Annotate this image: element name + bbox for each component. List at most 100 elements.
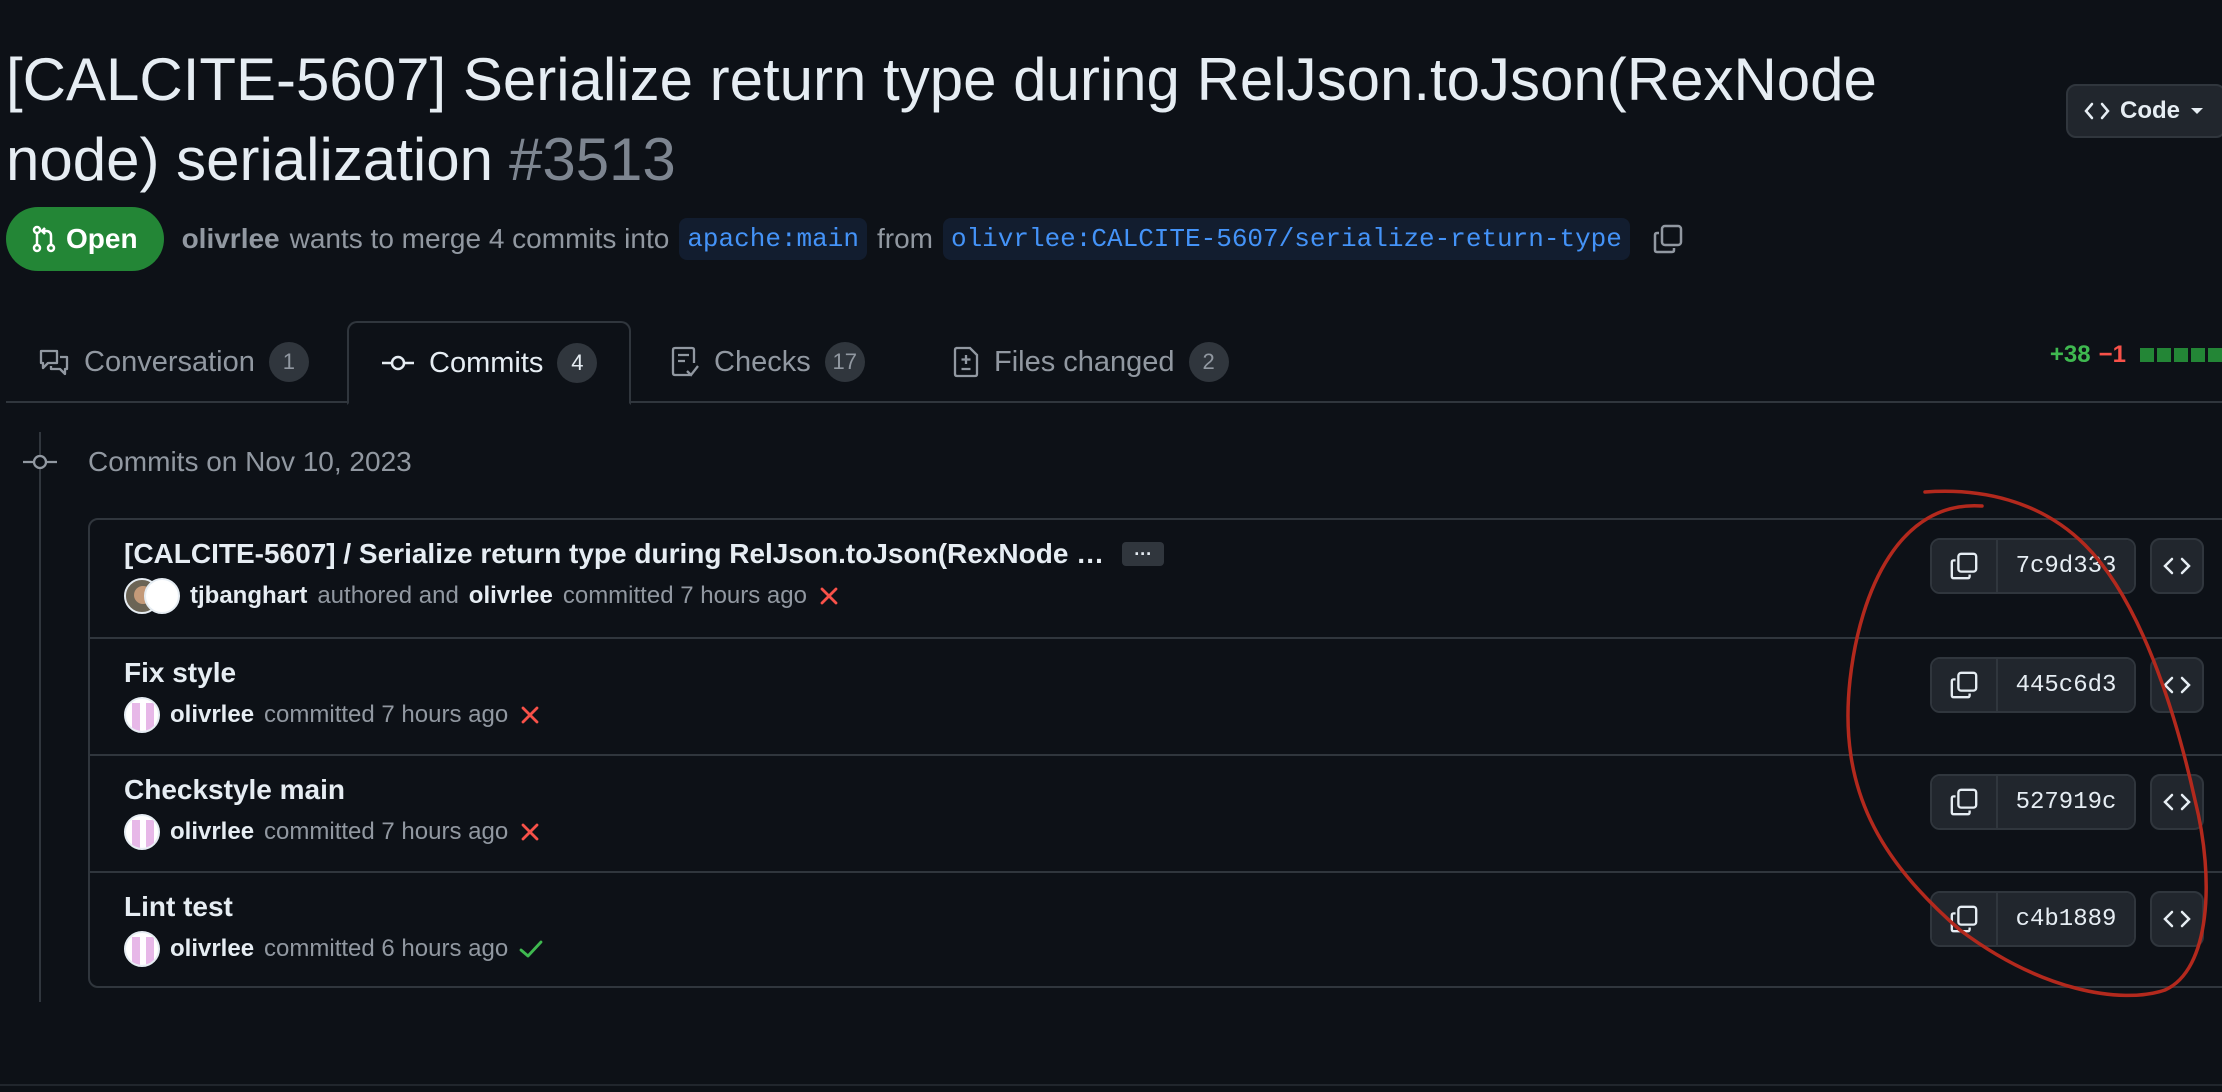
avatar[interactable] bbox=[124, 814, 160, 850]
comment-discussion-icon bbox=[39, 349, 69, 376]
diffstat-additions: +38 bbox=[2049, 341, 2091, 368]
commit-title-link[interactable]: [CALCITE-5607] / Serialize return type d… bbox=[124, 538, 1104, 570]
commit-author-link[interactable]: tjbanghart bbox=[190, 582, 307, 610]
commit-row: Checkstyle main olivrlee committed 7 hou… bbox=[90, 754, 2222, 871]
divider bbox=[0, 1084, 2222, 1086]
pr-author-link[interactable]: olivrlee bbox=[182, 223, 280, 255]
tab-counter: 4 bbox=[557, 343, 598, 383]
tab-label: Files changed bbox=[994, 345, 1175, 378]
pr-state-label: Open bbox=[66, 223, 138, 254]
copy-sha-button[interactable] bbox=[1932, 776, 1998, 828]
triangle-down-icon bbox=[2191, 108, 2203, 114]
tab-counter: 1 bbox=[268, 342, 309, 382]
browse-repo-button[interactable] bbox=[2150, 657, 2204, 713]
browse-repo-button[interactable] bbox=[2150, 774, 2204, 830]
expand-message-button[interactable]: ··· bbox=[1122, 542, 1165, 566]
commit-row: Lint test olivrlee committed 6 hours ago… bbox=[90, 871, 2222, 988]
copy-sha-button[interactable] bbox=[1932, 659, 1998, 711]
tab-counter: 17 bbox=[824, 342, 865, 382]
diffstat: +38 −1 bbox=[2050, 341, 2222, 369]
pr-meta: Open olivrlee wants to merge 4 commits i… bbox=[6, 207, 1684, 271]
commit-time: committed 7 hours ago bbox=[264, 701, 509, 728]
commit-title-link[interactable]: Fix style bbox=[124, 657, 236, 689]
tab-files-changed[interactable]: Files changed 2 bbox=[952, 321, 1229, 403]
copy-icon bbox=[1950, 671, 1978, 699]
timeline-line bbox=[39, 432, 41, 1002]
avatar[interactable] bbox=[144, 578, 180, 614]
code-icon bbox=[2163, 910, 2191, 928]
tab-label: Conversation bbox=[84, 345, 255, 378]
code-button-label: Code bbox=[2120, 97, 2180, 124]
sha-button-group: 445c6d3 bbox=[1930, 657, 2136, 713]
tab-label: Checks bbox=[714, 345, 811, 378]
file-diff-icon bbox=[953, 346, 979, 378]
tab-checks[interactable]: Checks 17 bbox=[670, 321, 865, 403]
copy-icon bbox=[1653, 224, 1683, 254]
avatar[interactable] bbox=[124, 931, 160, 967]
commit-committer-link[interactable]: olivrlee bbox=[469, 582, 553, 610]
copy-branch-button[interactable] bbox=[1652, 223, 1684, 255]
commit-sha-link[interactable]: 445c6d3 bbox=[1998, 659, 2134, 711]
tab-commits[interactable]: Commits 4 bbox=[347, 321, 632, 405]
sha-button-group: 7c9d333 bbox=[1930, 538, 2136, 594]
commit-title-link[interactable]: Checkstyle main bbox=[124, 774, 345, 806]
code-icon bbox=[2163, 557, 2191, 575]
git-commit-icon bbox=[382, 355, 414, 371]
commit-sha-link[interactable]: c4b1889 bbox=[1998, 893, 2134, 945]
commit-meta: olivrlee committed 6 hours ago bbox=[124, 931, 544, 967]
head-branch[interactable]: olivrlee:CALCITE-5607/serialize-return-t… bbox=[942, 218, 1630, 260]
copy-icon bbox=[1950, 788, 1978, 816]
tab-label: Commits bbox=[429, 346, 544, 379]
copy-icon bbox=[1950, 552, 1978, 580]
commit-meta: olivrlee committed 7 hours ago bbox=[124, 814, 542, 850]
copy-icon bbox=[1950, 905, 1978, 933]
avatar-stack bbox=[124, 578, 180, 614]
commit-group-date: Commits on Nov 10, 2023 bbox=[88, 446, 412, 477]
x-icon[interactable] bbox=[518, 703, 542, 727]
pr-title: [CALCITE-5607] Serialize return type dur… bbox=[6, 40, 1996, 200]
commit-authored-text: authored and bbox=[317, 582, 459, 609]
code-icon bbox=[2163, 793, 2191, 811]
base-branch[interactable]: apache:main bbox=[679, 218, 867, 260]
pr-merge-text: wants to merge 4 commits into bbox=[289, 223, 670, 254]
commit-title: Fix style bbox=[124, 657, 236, 689]
commit-list: [CALCITE-5607] / Serialize return type d… bbox=[88, 518, 2222, 988]
pr-number: #3513 bbox=[508, 126, 676, 193]
copy-sha-button[interactable] bbox=[1932, 893, 1998, 945]
code-icon bbox=[2084, 102, 2110, 120]
git-pull-request-icon bbox=[32, 225, 56, 253]
commit-meta: tjbanghart authored and olivrlee committ… bbox=[124, 578, 841, 614]
sha-button-group: c4b1889 bbox=[1930, 891, 2136, 947]
commit-time: committed 7 hours ago bbox=[562, 582, 807, 609]
x-icon[interactable] bbox=[817, 584, 841, 608]
commit-title: [CALCITE-5607] / Serialize return type d… bbox=[124, 538, 1165, 570]
commit-committer-link[interactable]: olivrlee bbox=[170, 935, 254, 963]
code-button[interactable]: Code bbox=[2066, 84, 2222, 138]
commit-committer-link[interactable]: olivrlee bbox=[170, 701, 254, 729]
code-icon bbox=[2163, 676, 2191, 694]
commit-row: [CALCITE-5607] / Serialize return type d… bbox=[90, 520, 2222, 637]
commit-meta: olivrlee committed 7 hours ago bbox=[124, 697, 542, 733]
commit-sha-link[interactable]: 7c9d333 bbox=[1998, 540, 2134, 592]
tab-conversation[interactable]: Conversation 1 bbox=[38, 321, 309, 403]
commit-sha-link[interactable]: 527919c bbox=[1998, 776, 2134, 828]
avatar[interactable] bbox=[124, 697, 160, 733]
commit-title: Lint test bbox=[124, 891, 233, 923]
browse-repo-button[interactable] bbox=[2150, 538, 2204, 594]
commit-time: committed 6 hours ago bbox=[264, 935, 509, 962]
checklist-icon bbox=[671, 346, 699, 377]
commit-title-link[interactable]: Lint test bbox=[124, 891, 233, 923]
pr-from-text: from bbox=[876, 223, 933, 254]
commit-committer-link[interactable]: olivrlee bbox=[170, 818, 254, 846]
pr-title-text: [CALCITE-5607] Serialize return type dur… bbox=[6, 46, 1877, 193]
copy-sha-button[interactable] bbox=[1932, 540, 1998, 592]
pr-tabs: Conversation 1 Commits 4 Checks 17 Files… bbox=[6, 321, 2222, 405]
pr-state-badge: Open bbox=[6, 207, 164, 271]
browse-repo-button[interactable] bbox=[2150, 891, 2204, 947]
diffstat-deletions: −1 bbox=[2098, 341, 2126, 368]
check-icon[interactable] bbox=[518, 937, 544, 961]
x-icon[interactable] bbox=[518, 820, 542, 844]
git-commit-icon bbox=[23, 454, 57, 470]
commit-title: Checkstyle main bbox=[124, 774, 345, 806]
sha-button-group: 527919c bbox=[1930, 774, 2136, 830]
